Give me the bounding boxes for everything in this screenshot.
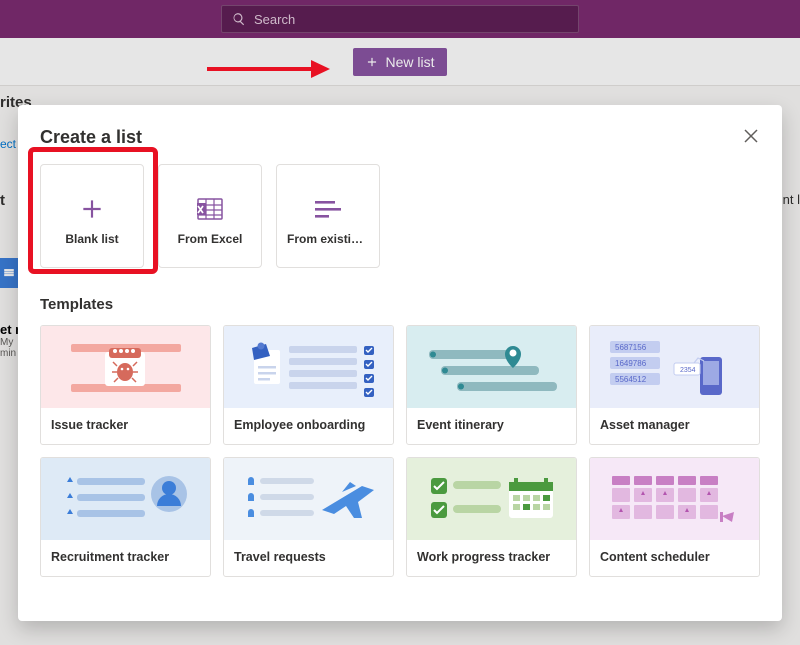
template-label: Recruitment tracker (41, 540, 210, 574)
templates-grid: Issue tracker (40, 325, 760, 577)
modal-title: Create a list (40, 127, 760, 148)
template-preview (224, 458, 393, 540)
template-label: Work progress tracker (407, 540, 576, 574)
template-label: Employee onboarding (224, 408, 393, 442)
annotation-arrow (205, 56, 330, 87)
template-employee-onboarding[interactable]: Employee onboarding (223, 325, 394, 445)
template-preview (407, 458, 576, 540)
create-options-row: Blank list From Excel (40, 164, 760, 268)
from-excel-option[interactable]: From Excel (158, 164, 262, 268)
template-recruitment-tracker[interactable]: Recruitment tracker (40, 457, 211, 577)
plus-icon (79, 186, 105, 232)
template-preview: 5687156 1649786 5564512 2354 (590, 326, 759, 408)
svg-text:1649786: 1649786 (615, 359, 647, 368)
excel-icon (197, 186, 223, 232)
svg-text:5687156: 5687156 (615, 343, 647, 352)
template-issue-tracker[interactable]: Issue tracker (40, 325, 211, 445)
template-event-itinerary[interactable]: Event itinerary (406, 325, 577, 445)
from-excel-label: From Excel (172, 232, 249, 246)
svg-text:2354: 2354 (680, 367, 696, 374)
template-preview (407, 326, 576, 408)
template-preview (41, 458, 210, 540)
list-icon (315, 186, 341, 232)
from-existing-label: From existing … (281, 232, 375, 246)
templates-heading: Templates (40, 296, 760, 313)
template-label: Asset manager (590, 408, 759, 442)
close-icon (744, 129, 758, 143)
blank-list-label: Blank list (59, 232, 124, 246)
template-label: Event itinerary (407, 408, 576, 442)
template-travel-requests[interactable]: Travel requests (223, 457, 394, 577)
template-label: Issue tracker (41, 408, 210, 442)
create-list-modal: Create a list Blank list (18, 105, 782, 621)
template-preview (41, 326, 210, 408)
template-asset-manager[interactable]: 5687156 1649786 5564512 2354 Asset manag… (589, 325, 760, 445)
template-work-progress[interactable]: Work progress tracker (406, 457, 577, 577)
template-label: Content scheduler (590, 540, 759, 574)
svg-text:5564512: 5564512 (615, 375, 647, 384)
template-content-scheduler[interactable]: Content scheduler (589, 457, 760, 577)
from-existing-option[interactable]: From existing … (276, 164, 380, 268)
template-label: Travel requests (224, 540, 393, 574)
blank-list-option[interactable]: Blank list (40, 164, 144, 268)
template-preview (224, 326, 393, 408)
template-preview (590, 458, 759, 540)
close-button[interactable] (742, 127, 760, 145)
